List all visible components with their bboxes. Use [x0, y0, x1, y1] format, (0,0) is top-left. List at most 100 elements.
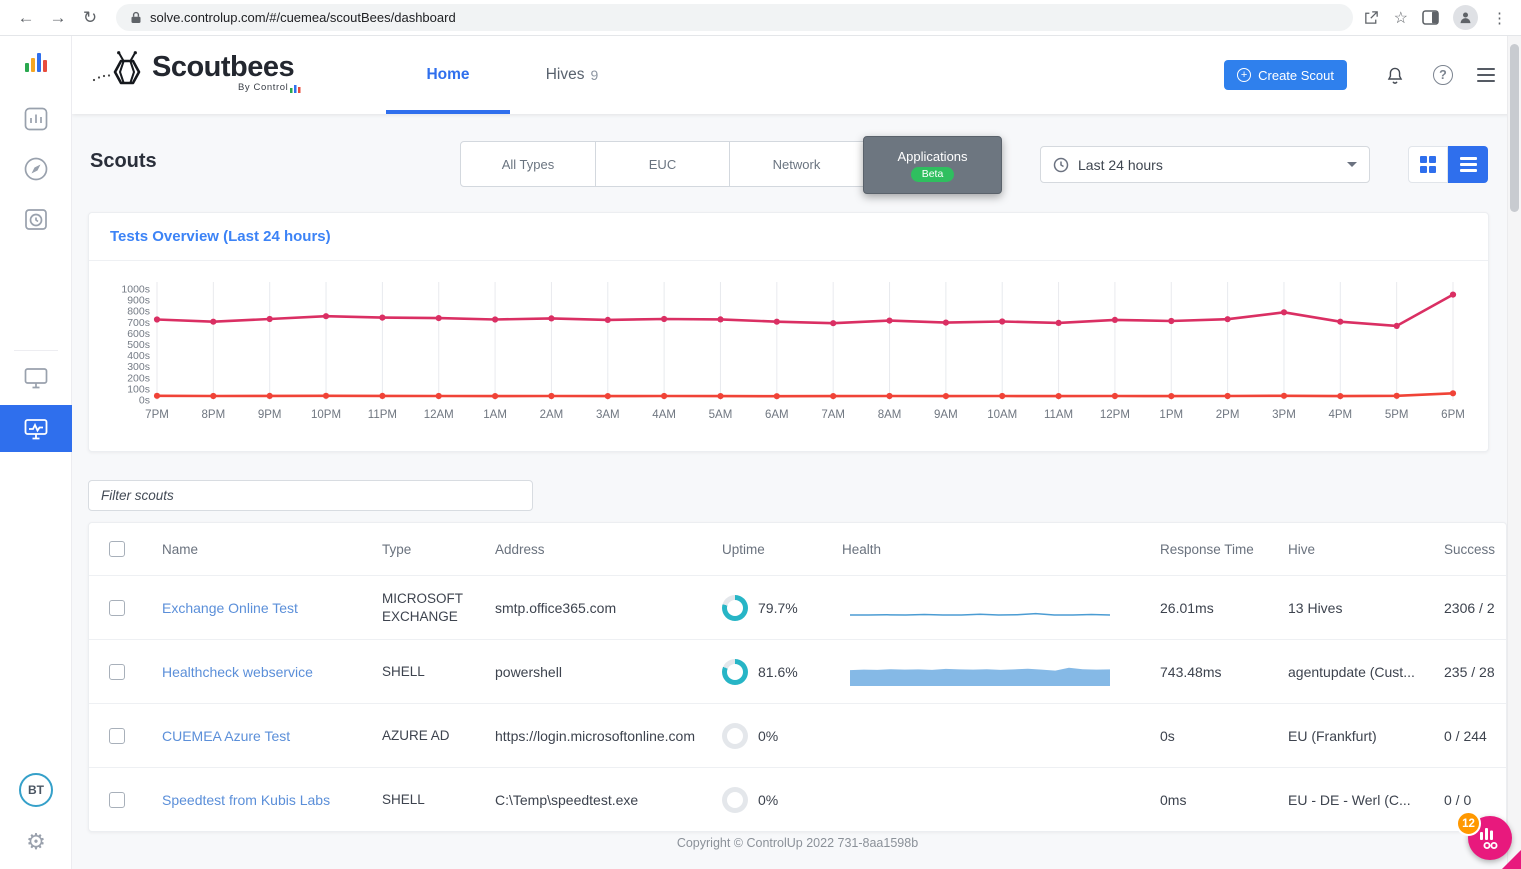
svg-text:5PM: 5PM [1385, 409, 1409, 421]
brand-name: Scoutbees [152, 50, 294, 84]
tests-overview-chart: 0s100s200s300s400s500s600s700s800s900s10… [95, 265, 1472, 440]
svg-text:8PM: 8PM [202, 409, 226, 421]
browser-profile-avatar[interactable] [1453, 5, 1478, 30]
controlup-up-icon [290, 83, 302, 93]
scout-type: AZURE AD [382, 727, 495, 745]
col-uptime: Uptime [722, 542, 842, 557]
notifications-bell-icon[interactable] [1371, 65, 1419, 86]
solve-logo-icon[interactable] [0, 52, 72, 72]
svg-text:12AM: 12AM [424, 409, 454, 421]
svg-text:2PM: 2PM [1216, 409, 1240, 421]
settings-gear-icon[interactable]: ⚙ [0, 829, 72, 855]
help-icon[interactable]: ? [1419, 65, 1467, 85]
uptime-value: 81.6% [758, 664, 798, 680]
type-filter-euc[interactable]: EUC [595, 142, 729, 186]
svg-text:9AM: 9AM [934, 409, 958, 421]
uptime-donut [722, 595, 748, 621]
address-bar[interactable]: solve.controlup.com/#/cuemea/scoutBees/d… [116, 4, 1353, 31]
svg-text:12PM: 12PM [1100, 409, 1130, 421]
type-filter-all-types[interactable]: All Types [461, 142, 595, 186]
menu-hamburger-icon[interactable] [1477, 68, 1495, 82]
svg-text:800s: 800s [127, 306, 150, 318]
person-icon [1458, 10, 1473, 25]
response-time: 0s [1160, 728, 1288, 744]
table-header-row: Name Type Address Uptime Health Response… [89, 523, 1506, 575]
svg-text:300s: 300s [127, 361, 150, 373]
svg-text:4PM: 4PM [1328, 409, 1352, 421]
list-view-button[interactable] [1448, 146, 1488, 183]
hive: EU (Frankfurt) [1288, 728, 1444, 744]
svg-text:6PM: 6PM [1441, 409, 1465, 421]
list-view-icon [1460, 157, 1477, 172]
row-checkbox[interactable] [109, 600, 125, 616]
url-text: solve.controlup.com/#/cuemea/scoutBees/d… [150, 10, 456, 25]
insights-compass-icon[interactable] [0, 156, 72, 182]
scheduled-tests-icon[interactable] [0, 206, 72, 232]
sidebar-divider [14, 350, 58, 351]
svg-text:5AM: 5AM [709, 409, 733, 421]
response-time: 0ms [1160, 792, 1288, 808]
tests-overview-title: Tests Overview (Last 24 hours) [89, 213, 1488, 261]
app-frame: BT ⚙ Scoutbees By Control Home Hives9 + [0, 36, 1521, 869]
hive: agentupdate (Cust... [1288, 664, 1444, 680]
share-icon[interactable] [1363, 9, 1380, 26]
scout-address: powershell [495, 664, 722, 680]
success-ratio: 0 / 0 [1444, 792, 1506, 808]
user-avatar[interactable]: BT [19, 773, 53, 807]
sidebar-item-scoutbees-active[interactable] [0, 405, 72, 452]
svg-text:1PM: 1PM [1159, 409, 1183, 421]
time-range-value: Last 24 hours [1078, 157, 1163, 173]
svg-text:10AM: 10AM [987, 409, 1017, 421]
uptime-value: 0% [758, 792, 778, 808]
svg-text:3PM: 3PM [1272, 409, 1296, 421]
grid-view-button[interactable] [1408, 146, 1448, 183]
col-name: Name [162, 542, 382, 557]
clock-icon [1053, 157, 1069, 173]
svg-text:1AM: 1AM [483, 409, 507, 421]
bee-icon [90, 50, 148, 94]
scrollbar-thumb[interactable] [1510, 44, 1519, 212]
side-panel-icon[interactable] [1422, 10, 1439, 25]
success-ratio: 0 / 244 [1444, 728, 1506, 744]
table-row: Speedtest from Kubis LabsSHELLC:\Temp\sp… [89, 767, 1506, 831]
scout-type-filter: All Types EUC Network Applications Beta [460, 141, 1001, 187]
filter-scouts-input[interactable] [88, 480, 533, 511]
scout-address: smtp.office365.com [495, 600, 722, 616]
browser-menu-icon[interactable]: ⋮ [1492, 9, 1507, 27]
row-checkbox[interactable] [109, 792, 125, 808]
scout-name-link[interactable]: CUEMEA Azure Test [162, 728, 290, 744]
success-ratio: 2306 / 2 [1444, 600, 1506, 616]
scout-name-link[interactable]: Speedtest from Kubis Labs [162, 792, 330, 808]
row-checkbox[interactable] [109, 728, 125, 744]
notification-count-badge[interactable]: 12 [1456, 811, 1481, 836]
brand-subtitle: By Control [238, 82, 302, 93]
create-scout-button[interactable]: + Create Scout [1224, 60, 1347, 90]
svg-text:400s: 400s [127, 350, 150, 362]
tab-hives[interactable]: Hives9 [510, 36, 634, 114]
tab-home[interactable]: Home [386, 36, 510, 114]
col-success: Success [1444, 542, 1506, 557]
svg-text:100s: 100s [127, 383, 150, 395]
bookmark-star-icon[interactable]: ☆ [1394, 8, 1408, 28]
back-icon[interactable]: ← [10, 8, 42, 28]
chevron-down-icon [1347, 162, 1357, 167]
machines-monitor-icon[interactable] [0, 366, 72, 390]
scout-name-link[interactable]: Exchange Online Test [162, 600, 298, 616]
type-filter-applications-selected[interactable]: Applications Beta [863, 136, 1002, 194]
table-body: Exchange Online TestMICROSOFT EXCHANGEsm… [89, 575, 1506, 831]
svg-text:700s: 700s [127, 317, 150, 329]
row-checkbox[interactable] [109, 664, 125, 680]
select-all-checkbox[interactable] [109, 541, 125, 557]
copyright-footer: Copyright © ControlUp 2022 731-8aa1598b [88, 836, 1507, 850]
scout-name-link[interactable]: Healthcheck webservice [162, 664, 313, 680]
lock-icon [130, 11, 142, 24]
uptime-donut [722, 723, 748, 749]
scoutbees-monitor-chart-icon [23, 417, 49, 441]
type-filter-network[interactable]: Network [729, 142, 863, 186]
beta-badge: Beta [911, 167, 955, 182]
refresh-icon[interactable]: ↻ [74, 8, 106, 28]
forward-icon[interactable]: → [42, 8, 74, 28]
table-row: Exchange Online TestMICROSOFT EXCHANGEsm… [89, 575, 1506, 639]
time-range-dropdown[interactable]: Last 24 hours [1040, 146, 1370, 183]
reports-icon[interactable] [0, 106, 72, 132]
